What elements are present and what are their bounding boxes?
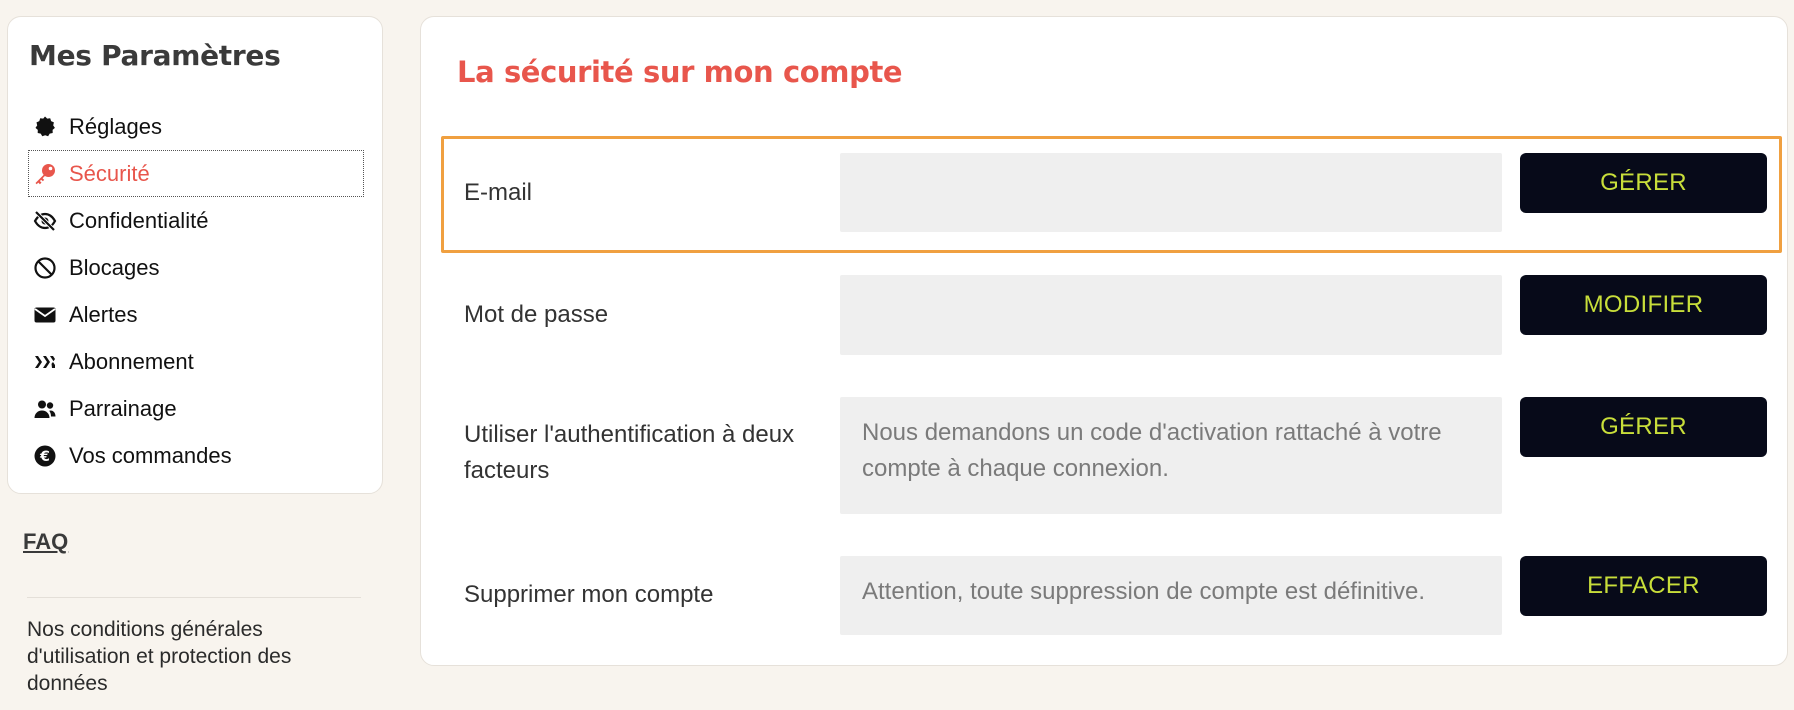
conditions-link[interactable]: Nos conditions générales d'utilisation e…	[27, 616, 347, 697]
divider	[27, 597, 361, 598]
faq-link[interactable]: FAQ	[23, 529, 68, 555]
sidebar-item-parrainage[interactable]: Parrainage	[28, 385, 364, 432]
gear-icon	[33, 115, 57, 139]
euro-icon: €	[33, 444, 57, 468]
sidebar-item-label: Vos commandes	[69, 442, 232, 468]
email-label: E-mail	[464, 179, 533, 206]
brand-logo-icon	[33, 350, 57, 374]
sidebar-item-securite[interactable]: Sécurité	[28, 150, 364, 197]
sidebar-item-label: Abonnement	[69, 348, 194, 374]
sidebar-item-vos-commandes[interactable]: € Vos commandes	[28, 432, 364, 479]
page-title: La sécurité sur mon compte	[457, 55, 903, 89]
delete-account-label: Supprimer mon compte	[464, 581, 714, 608]
sidebar-item-label: Blocages	[69, 254, 160, 280]
password-field	[840, 275, 1502, 355]
sidebar-item-label: Confidentialité	[69, 207, 209, 233]
ban-icon	[33, 256, 57, 280]
envelope-icon	[33, 303, 57, 327]
password-label: Mot de passe	[464, 301, 609, 328]
sidebar-item-confidentialite[interactable]: Confidentialité	[28, 197, 364, 244]
key-icon	[33, 162, 57, 186]
sidebar-title: Mes Paramètres	[29, 39, 281, 72]
sidebar-item-label: Sécurité	[69, 160, 150, 186]
settings-page: Mes Paramètres Réglages Sécurité Confide…	[0, 0, 1794, 710]
sidebar-item-reglages[interactable]: Réglages	[28, 103, 364, 150]
delete-account-warning: Attention, toute suppression de compte e…	[840, 556, 1502, 635]
svg-text:€: €	[39, 449, 50, 465]
manage-two-factor-button[interactable]: GÉRER	[1520, 397, 1767, 457]
manage-email-button[interactable]: GÉRER	[1520, 153, 1767, 213]
delete-account-button[interactable]: EFFACER	[1520, 556, 1767, 616]
two-factor-description: Nous demandons un code d'activation ratt…	[840, 397, 1502, 514]
sidebar-item-alertes[interactable]: Alertes	[28, 291, 364, 338]
users-icon	[33, 397, 57, 421]
modify-password-button[interactable]: MODIFIER	[1520, 275, 1767, 335]
email-field	[840, 153, 1502, 232]
settings-sidebar: Mes Paramètres Réglages Sécurité Confide…	[7, 16, 383, 494]
security-panel: La sécurité sur mon compte E-mail GÉRER …	[420, 16, 1788, 666]
two-factor-label: Utiliser l'authentification à deux facte…	[464, 421, 795, 484]
sidebar-item-label: Réglages	[69, 113, 162, 139]
sidebar-item-abonnement[interactable]: Abonnement	[28, 338, 364, 385]
settings-menu: Réglages Sécurité Confidentialité Blocag…	[28, 103, 364, 479]
sidebar-item-label: Alertes	[69, 301, 138, 327]
sidebar-item-label: Parrainage	[69, 395, 177, 421]
sidebar-item-blocages[interactable]: Blocages	[28, 244, 364, 291]
eye-slash-icon	[33, 209, 57, 233]
